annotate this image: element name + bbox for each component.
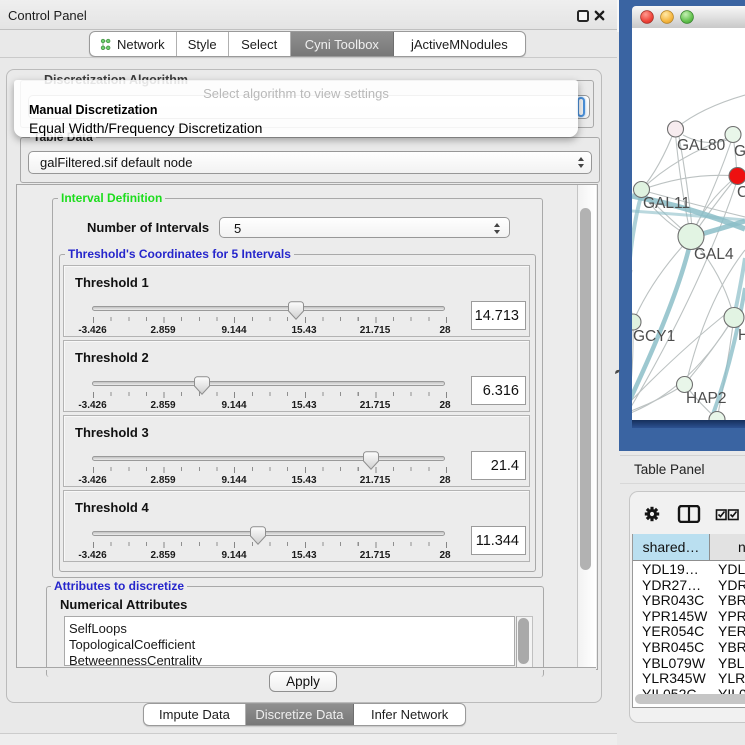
svg-text:GA: GA xyxy=(734,143,745,160)
svg-text:GCY1: GCY1 xyxy=(633,328,675,345)
svg-text:GAL4: GAL4 xyxy=(694,246,734,263)
svg-text:HAP2: HAP2 xyxy=(686,390,727,407)
svg-text:H: H xyxy=(738,327,745,344)
svg-text:C: C xyxy=(737,184,745,201)
svg-text:GAL11: GAL11 xyxy=(643,195,690,212)
svg-text:GAL80: GAL80 xyxy=(677,137,726,154)
